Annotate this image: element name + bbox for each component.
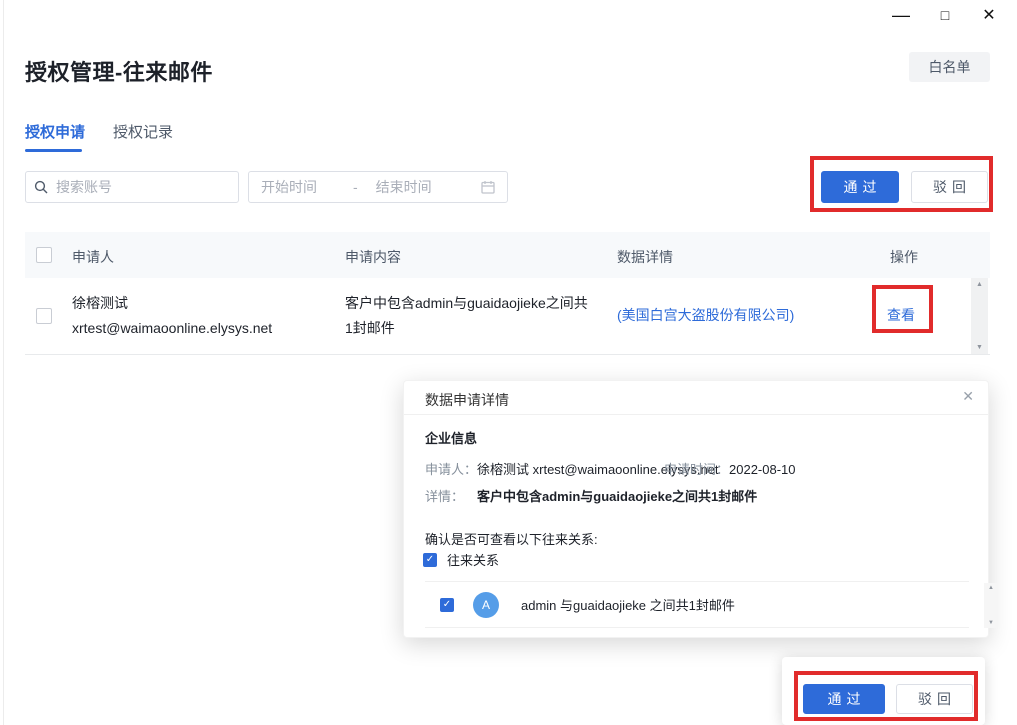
applicant-cell: 徐榕测试 xrtest@waimaoonline.elysys.net xyxy=(72,291,272,341)
dialog-footer-panel: 通过 驳回 xyxy=(782,657,985,725)
end-date-placeholder[interactable]: 结束时间 xyxy=(376,177,432,197)
confirm-question-text: 确认是否可查看以下往来关系: xyxy=(425,529,598,548)
apply-time-label: 申请时间： xyxy=(664,462,729,477)
window-left-edge xyxy=(3,0,4,725)
column-content: 申请内容 xyxy=(345,247,401,267)
table-header: 申请人 申请内容 数据详情 操作 xyxy=(25,232,990,278)
item-checkbox[interactable] xyxy=(440,598,454,612)
relation-item-text: admin 与guaidaojieke 之间共1封邮件 xyxy=(521,595,735,614)
relation-list: A admin 与guaidaojieke 之间共1封邮件 ▲ ▼ xyxy=(425,581,969,628)
whitelist-button[interactable]: 白名单 xyxy=(909,52,990,82)
dialog-close-icon[interactable]: ✕ xyxy=(962,388,974,405)
detail-line: 详情： 客户中包含admin与guaidaojieke之间共1封邮件 xyxy=(425,486,757,505)
detail-label: 详情： xyxy=(425,489,464,504)
search-icon xyxy=(34,180,48,194)
data-request-detail-dialog: 数据申请详情 ✕ 企业信息 申请人：徐榕测试 xrtest@waimaoonli… xyxy=(403,380,989,638)
scroll-up-icon[interactable]: ▲ xyxy=(976,278,983,291)
calendar-icon xyxy=(481,180,495,194)
date-range-picker[interactable]: 开始时间 - 结束时间 xyxy=(248,171,508,203)
scroll-up-icon[interactable]: ▲ xyxy=(988,583,994,593)
select-all-checkbox[interactable] xyxy=(36,247,52,263)
maximize-button[interactable]: □ xyxy=(930,0,960,30)
avatar: A xyxy=(473,592,499,618)
account-search-box xyxy=(25,171,239,203)
relation-list-item: A admin 与guaidaojieke 之间共1封邮件 xyxy=(440,582,735,627)
app-window: — □ ✕ 授权管理-往来邮件 白名单 授权申请 授权记录 开始时间 - 结束时… xyxy=(0,0,1017,725)
column-operation: 操作 xyxy=(890,247,918,267)
data-detail-link[interactable]: (美国白宫大盗股份有限公司) xyxy=(617,305,794,325)
dialog-title: 数据申请详情 xyxy=(425,390,509,410)
table-row: 徐榕测试 xrtest@waimaoonline.elysys.net 客户中包… xyxy=(25,278,990,355)
applicant-name: 徐榕测试 xyxy=(72,291,272,316)
tab-authorization-apply[interactable]: 授权申请 xyxy=(25,121,85,142)
table-scrollbar[interactable]: ▲ ▼ xyxy=(971,278,988,354)
relation-checkbox-row: 往来关系 xyxy=(423,550,499,569)
company-info-heading: 企业信息 xyxy=(425,428,477,447)
column-applicant: 申请人 xyxy=(72,247,114,267)
column-data-detail: 数据详情 xyxy=(617,247,673,267)
dialog-header-divider xyxy=(404,414,988,415)
approve-button-dialog[interactable]: 通过 xyxy=(803,684,885,714)
detail-value: 客户中包含admin与guaidaojieke之间共1封邮件 xyxy=(477,489,757,504)
scroll-down-icon[interactable]: ▼ xyxy=(976,341,983,354)
row-checkbox[interactable] xyxy=(36,308,52,324)
tab-authorization-records[interactable]: 授权记录 xyxy=(113,121,173,142)
relation-list-scrollbar[interactable]: ▲ ▼ xyxy=(984,583,998,628)
active-tab-underline xyxy=(25,149,82,152)
relation-checkbox[interactable] xyxy=(423,553,437,567)
apply-time-value: 2022-08-10 xyxy=(729,462,796,477)
apply-time-line: 申请时间：2022-08-10 xyxy=(664,459,796,478)
date-separator: - xyxy=(353,179,358,195)
reject-button-top[interactable]: 驳回 xyxy=(911,171,988,203)
page-title: 授权管理-往来邮件 xyxy=(25,55,213,87)
request-content-cell: 客户中包含admin与guaidaojieke之间共1封邮件 xyxy=(345,291,593,341)
applicant-label: 申请人： xyxy=(425,462,477,477)
reject-button-dialog[interactable]: 驳回 xyxy=(896,684,973,714)
view-link[interactable]: 查看 xyxy=(887,305,915,325)
relation-label: 往来关系 xyxy=(447,550,499,569)
applicant-email: xrtest@waimaoonline.elysys.net xyxy=(72,316,272,341)
search-input[interactable] xyxy=(54,178,230,196)
start-date-placeholder[interactable]: 开始时间 xyxy=(261,177,317,197)
approve-button-top[interactable]: 通过 xyxy=(821,171,899,203)
minimize-button[interactable]: — xyxy=(886,0,916,30)
close-button[interactable]: ✕ xyxy=(974,0,1004,30)
scroll-down-icon[interactable]: ▼ xyxy=(988,618,994,628)
